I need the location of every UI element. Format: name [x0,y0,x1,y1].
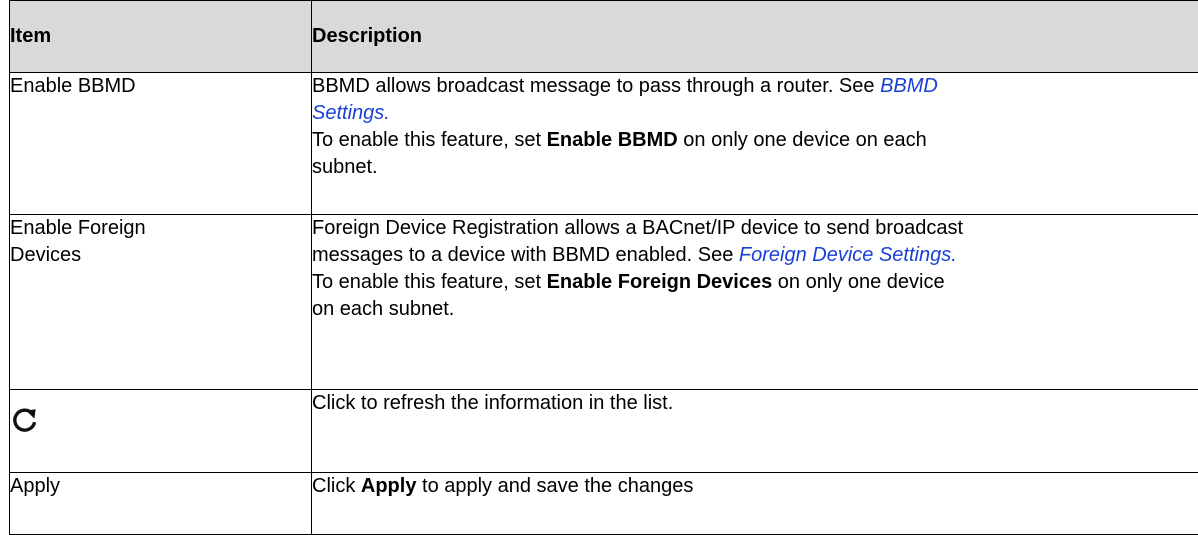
refresh-icon[interactable] [11,406,39,434]
description-text: Click to refresh the information in the … [312,392,673,414]
table-row: Click to refresh the information in the … [10,390,1198,473]
description-text: on only one device on each [678,129,927,151]
bbmd-settings-link-cont[interactable]: Settings. [312,100,1198,127]
item-enable-foreign-devices: Enable Foreign [10,215,311,242]
table-header-row: Item Description [10,1,1198,73]
description-cell: Click Apply to apply and save the change… [312,473,1198,535]
table-row: Enable BBMD BBMD allows broadcast messag… [10,73,1198,215]
description-line: To enable this feature, set Enable Forei… [312,269,1198,296]
item-cell: Enable BBMD [10,73,312,215]
description-text: To enable this feature, set [312,271,547,293]
description-text: Foreign Device Registration allows a BAC… [312,215,1198,242]
description-text: to apply and save the changes [416,475,693,497]
description-cell: Foreign Device Registration allows a BAC… [312,215,1198,390]
header-description: Description [312,1,1198,73]
description-text: BBMD allows broadcast message to pass th… [312,75,880,97]
description-line: messages to a device with BBMD enabled. … [312,242,1198,269]
description-text: messages to a device with BBMD enabled. … [312,244,739,266]
settings-description-table: Item Description Enable BBMD BBMD allows… [9,0,1198,535]
header-item: Item [10,1,312,73]
item-cell: Apply [10,473,312,535]
description-line: To enable this feature, set Enable BBMD … [312,127,1198,154]
description-text: on each subnet. [312,296,1198,323]
description-cell: Click to refresh the information in the … [312,390,1198,473]
description-text: subnet. [312,154,1198,181]
item-apply: Apply [10,475,60,497]
item-enable-foreign-devices-cont: Devices [10,242,311,269]
item-enable-bbmd: Enable BBMD [10,75,136,97]
description-text: Click [312,475,361,497]
enable-bbmd-term: Enable BBMD [547,129,678,151]
table-row: Apply Click Apply to apply and save the … [10,473,1198,535]
table-row: Enable Foreign Devices Foreign Device Re… [10,215,1198,390]
item-cell: Enable Foreign Devices [10,215,312,390]
description-cell: BBMD allows broadcast message to pass th… [312,73,1198,215]
item-cell [10,390,312,473]
enable-foreign-devices-term: Enable Foreign Devices [547,271,773,293]
description-text: on only one device [772,271,944,293]
foreign-device-settings-link[interactable]: Foreign Device Settings. [739,244,957,266]
bbmd-settings-link[interactable]: BBMD [880,75,938,97]
apply-term: Apply [361,475,417,497]
description-text: To enable this feature, set [312,129,547,151]
description-line: BBMD allows broadcast message to pass th… [312,73,1198,100]
